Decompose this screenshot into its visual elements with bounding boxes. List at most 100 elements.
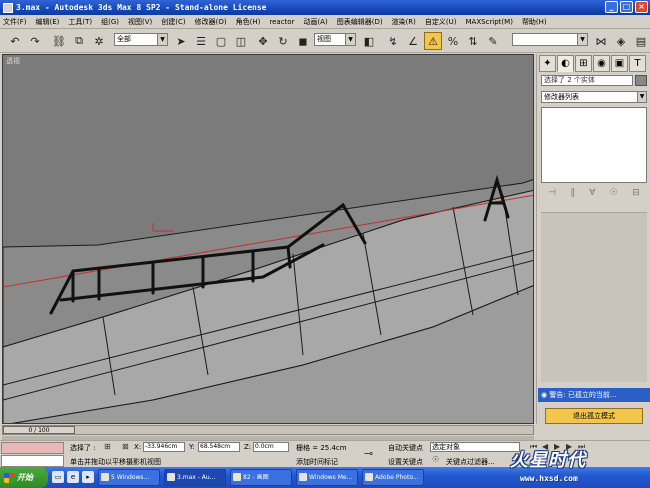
motion-tab-icon[interactable]: ◉ xyxy=(593,55,610,72)
selection-count: 选择了 : xyxy=(70,444,96,452)
manipulate-icon[interactable]: ↯ xyxy=(384,32,402,50)
taskbar-item-windows[interactable]: 5 Windows... xyxy=(98,469,160,486)
exit-isolation-button[interactable]: 退出孤立模式 xyxy=(545,408,643,424)
select-and-scale-icon[interactable]: ◼ xyxy=(294,32,312,50)
reference-coordinate-dropdown[interactable]: 视图 ▼ xyxy=(314,33,356,46)
set-key-button[interactable]: 设置关键点 xyxy=(388,457,423,467)
menu-tools[interactable]: 工具(T) xyxy=(68,17,92,27)
spinner-snap-icon[interactable]: ⇅ xyxy=(464,32,482,50)
select-object-icon[interactable]: ➤ xyxy=(172,32,190,50)
redo-icon[interactable]: ↷ xyxy=(26,32,44,50)
menu-views[interactable]: 视图(V) xyxy=(128,17,152,27)
select-and-rotate-icon[interactable]: ↻ xyxy=(274,32,292,50)
menu-animation[interactable]: 动画(A) xyxy=(303,17,327,27)
pin-stack-icon[interactable]: ⊣ xyxy=(548,188,556,198)
play-icon[interactable]: ▶ xyxy=(554,442,560,451)
menu-help[interactable]: 帮助(H) xyxy=(522,17,547,27)
viewport-label[interactable]: 透视 xyxy=(6,56,20,66)
select-and-move-icon[interactable]: ✥ xyxy=(254,32,272,50)
menu-bar: 文件(F) 编辑(E) 工具(T) 组(G) 视图(V) 创建(C) 修改器(O… xyxy=(0,15,650,29)
taskbar-item-paint[interactable]: 82 - 画图 xyxy=(230,469,292,486)
bind-space-warp-icon[interactable]: ✲ xyxy=(90,32,108,50)
window-crossing-icon[interactable]: ◫ xyxy=(232,32,250,50)
go-to-start-icon[interactable]: ⏮ xyxy=(530,442,537,452)
main-toolbar: ↶ ↷ ⛓ ⧉ ✲ 全部 ▼ ➤ ☰ ▢ ◫ ✥ ↻ ◼ 视图 ▼ ◧ ↯ ∠ … xyxy=(0,29,650,53)
modify-tab-icon[interactable]: ◐ xyxy=(557,55,574,72)
z-coordinate-field[interactable]: 0.0cm xyxy=(253,442,289,452)
undo-icon[interactable]: ↶ xyxy=(6,32,24,50)
show-end-result-icon[interactable]: ∥ xyxy=(570,188,575,198)
key-filters-button[interactable]: 关键点过滤器... xyxy=(446,457,495,467)
set-key-icon[interactable]: ☉ xyxy=(432,455,439,464)
start-button[interactable]: 开始 xyxy=(0,467,48,488)
show-desktop-icon[interactable]: ▭ xyxy=(52,471,64,483)
auto-key-button[interactable]: 自动关键点 xyxy=(388,443,423,453)
title-bar[interactable]: 3.max - Autodesk 3ds Max 8 SP2 - Stand-a… xyxy=(0,0,650,15)
named-selection-dropdown[interactable]: ▼ xyxy=(512,33,588,46)
menu-rendering[interactable]: 渲染(R) xyxy=(392,17,416,27)
hierarchy-tab-icon[interactable]: ⊞ xyxy=(575,55,592,72)
taskbar-item-3dsmax[interactable]: 3.max - Au... xyxy=(164,469,226,486)
selection-filter-value: 全部 xyxy=(117,35,131,43)
create-tab-icon[interactable]: ✦ xyxy=(539,55,556,72)
edit-named-selection-icon[interactable]: ✎ xyxy=(484,32,502,50)
menu-modifiers[interactable]: 修改器(O) xyxy=(195,17,227,27)
mirror-icon[interactable]: ⋈ xyxy=(592,32,610,50)
menu-graph-editors[interactable]: 图表编辑器(D) xyxy=(337,17,383,27)
maxscript-listener-white[interactable] xyxy=(1,455,64,467)
next-frame-icon[interactable]: ▶ xyxy=(566,442,572,451)
key-filter-selection-dropdown[interactable]: 选定对象 xyxy=(430,442,520,452)
modifier-stack[interactable] xyxy=(541,107,647,183)
x-coordinate-field[interactable]: -33.946cm xyxy=(143,442,185,452)
menu-file[interactable]: 文件(F) xyxy=(3,17,27,27)
absolute-mode-icon[interactable]: ⊠ xyxy=(122,442,129,451)
layer-manager-icon[interactable]: ▤ xyxy=(632,32,650,50)
unlink-icon[interactable]: ⧉ xyxy=(70,32,88,50)
menu-customize[interactable]: 自定义(U) xyxy=(425,17,457,27)
percent-snap-icon[interactable]: % xyxy=(444,32,462,50)
viewport-scene xyxy=(3,55,533,423)
select-and-link-icon[interactable]: ⛓ xyxy=(50,32,68,50)
y-coordinate-field[interactable]: 68.548cm xyxy=(198,442,240,452)
snap-toggle-icon[interactable]: ∠ xyxy=(404,32,422,50)
make-unique-icon[interactable]: ∀ xyxy=(589,188,595,198)
isolation-warning[interactable]: ◉ 警告: 已孤立的当前... xyxy=(538,388,650,402)
menu-create[interactable]: 创建(C) xyxy=(161,17,185,27)
utilities-tab-icon[interactable]: T xyxy=(629,55,646,72)
selection-filter-dropdown[interactable]: 全部 ▼ xyxy=(114,33,168,46)
browser-icon[interactable]: e xyxy=(67,471,79,483)
rectangular-selection-icon[interactable]: ▢ xyxy=(212,32,230,50)
media-icon[interactable]: ▸ xyxy=(82,471,94,483)
minimize-button[interactable]: _ xyxy=(605,1,618,13)
pivot-center-icon[interactable]: ◧ xyxy=(360,32,378,50)
z-label: Z: xyxy=(244,443,252,451)
remove-modifier-icon[interactable]: ☉ xyxy=(610,188,618,198)
key-icon[interactable]: ⊸ xyxy=(364,447,373,460)
time-slider[interactable]: 0 / 100 xyxy=(2,425,534,435)
modifier-list-dropdown[interactable]: 修改器列表 ▼ xyxy=(541,91,647,103)
select-by-name-icon[interactable]: ☰ xyxy=(192,32,210,50)
menu-character[interactable]: 角色(H) xyxy=(236,17,261,27)
time-slider-knob[interactable]: 0 / 100 xyxy=(3,426,75,434)
object-name-field[interactable]: 选择了 2 个实体 xyxy=(541,75,633,86)
previous-frame-icon[interactable]: ◀ xyxy=(542,442,548,451)
menu-edit[interactable]: 编辑(E) xyxy=(36,17,60,27)
menu-reactor[interactable]: reactor xyxy=(269,18,294,26)
go-to-end-icon[interactable]: ⏭ xyxy=(578,442,585,452)
angle-snap-icon[interactable]: ⚠ xyxy=(424,32,442,50)
align-icon[interactable]: ◈ xyxy=(612,32,630,50)
add-time-tag[interactable]: 添加时间标记 xyxy=(296,457,338,467)
menu-group[interactable]: 组(G) xyxy=(101,17,119,27)
perspective-viewport[interactable]: 透视 xyxy=(2,54,534,424)
maximize-button[interactable]: □ xyxy=(620,1,633,13)
lock-selection-icon[interactable]: ⊞ xyxy=(104,442,111,451)
menu-maxscript[interactable]: MAXScript(M) xyxy=(466,18,513,26)
windows-logo-icon xyxy=(4,472,14,483)
taskbar-item-photoshop[interactable]: Adobe Photo... xyxy=(362,469,424,486)
display-tab-icon[interactable]: ▣ xyxy=(611,55,628,72)
taskbar-item-messenger[interactable]: Windows Me... xyxy=(296,469,358,486)
close-button[interactable]: × xyxy=(635,1,648,13)
maxscript-listener-pink[interactable] xyxy=(1,442,64,454)
object-color-swatch[interactable] xyxy=(635,75,647,86)
configure-modifier-sets-icon[interactable]: ⊟ xyxy=(632,188,640,198)
